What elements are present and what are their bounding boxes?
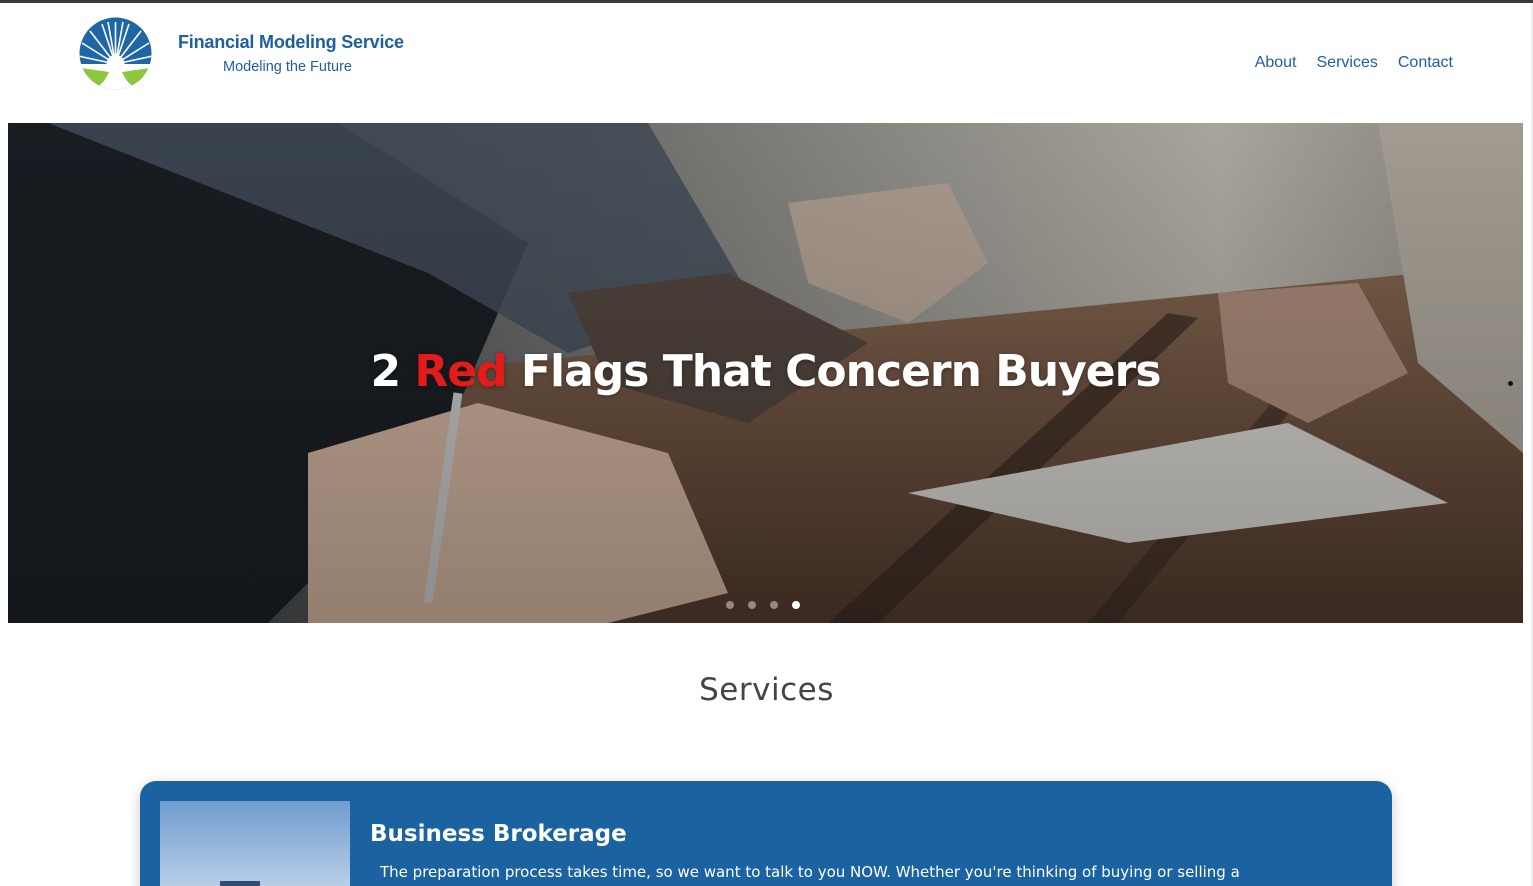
hero-title-accent: Red xyxy=(414,346,507,397)
service-card-business-brokerage[interactable]: Business Brokerage The preparation proce… xyxy=(140,781,1392,886)
nav-services-link[interactable]: Services xyxy=(1317,54,1378,72)
hero-slider[interactable]: 2 Red Flags That Concern Buyers xyxy=(8,123,1523,623)
slider-dot-3[interactable] xyxy=(770,601,778,609)
slider-dot-4[interactable] xyxy=(792,601,800,609)
logo-text: Financial Modeling Service Modeling the … xyxy=(178,32,404,75)
hero-edge-marker xyxy=(1508,381,1513,386)
main-nav: About Services Contact xyxy=(1255,54,1453,72)
hero-title-prefix: 2 xyxy=(370,346,415,397)
slider-dot-2[interactable] xyxy=(748,601,756,609)
hero-title-suffix: Flags That Concern Buyers xyxy=(506,346,1162,397)
service-card-image xyxy=(160,801,350,886)
slider-dot-1[interactable] xyxy=(726,601,734,609)
logo-link[interactable]: Financial Modeling Service Modeling the … xyxy=(78,16,418,96)
sunburst-logo-icon xyxy=(79,17,152,90)
nav-contact-link[interactable]: Contact xyxy=(1398,54,1453,72)
brand-tagline: Modeling the Future xyxy=(223,59,352,75)
nav-about-link[interactable]: About xyxy=(1255,54,1297,72)
brand-name: Financial Modeling Service xyxy=(178,32,404,52)
site-header: Financial Modeling Service Modeling the … xyxy=(0,3,1533,123)
services-heading: Services xyxy=(699,672,834,708)
hero-title: 2 Red Flags That Concern Buyers xyxy=(8,346,1523,397)
slider-dots xyxy=(726,601,800,609)
service-card-title: Business Brokerage xyxy=(370,821,627,847)
service-card-description: The preparation process takes time, so w… xyxy=(380,863,1240,881)
